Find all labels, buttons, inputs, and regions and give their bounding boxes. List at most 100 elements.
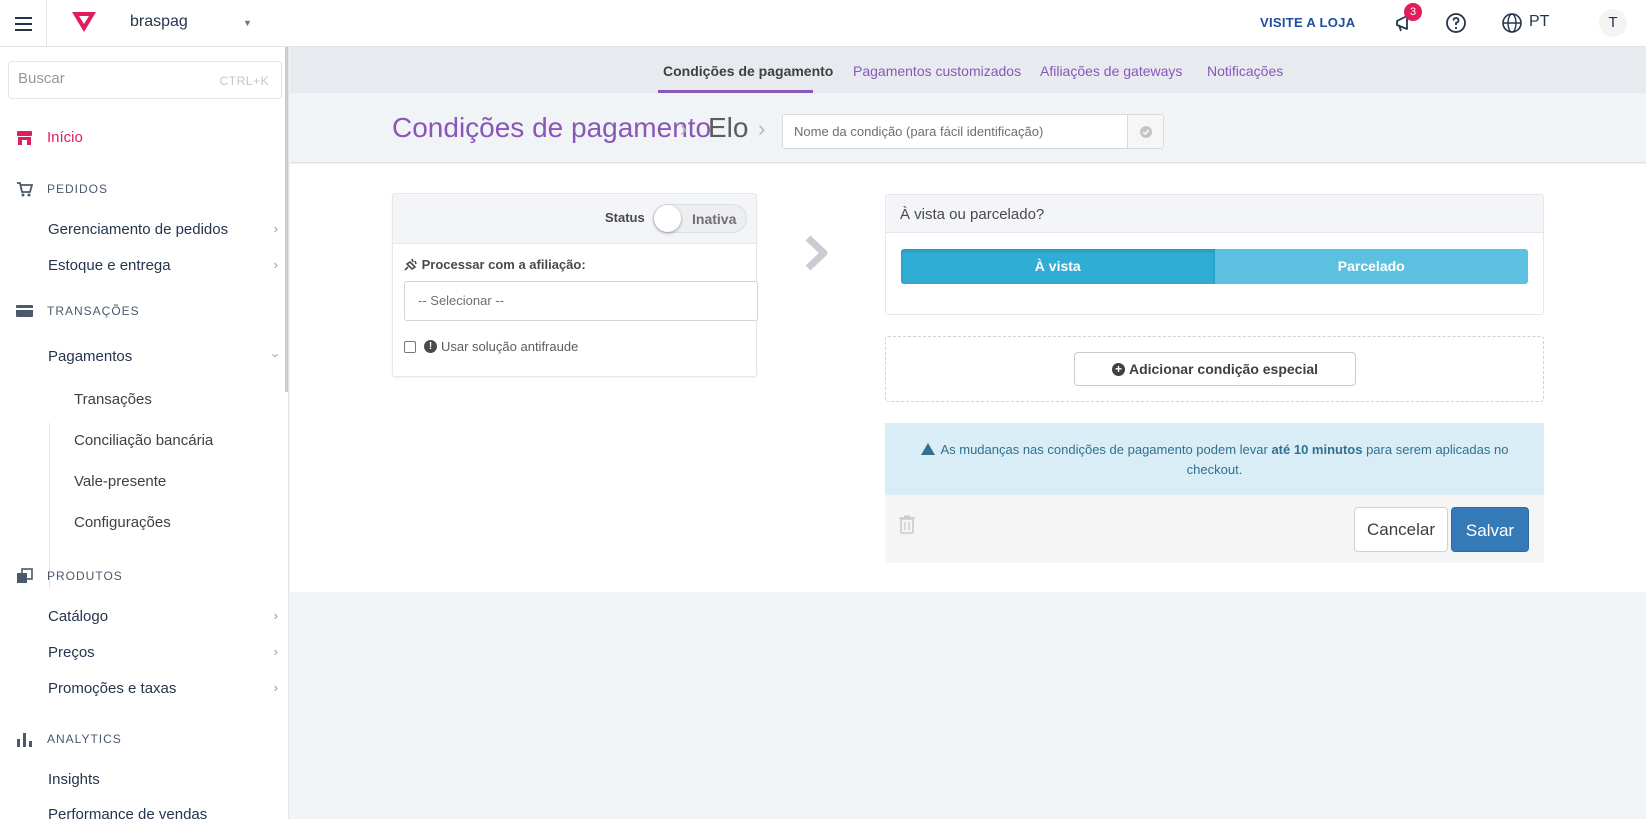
- condition-name-field[interactable]: [782, 114, 1164, 149]
- payment-mode-toggle: À vista Parcelado: [901, 249, 1528, 284]
- special-condition-area: + Adicionar condição especial: [885, 336, 1544, 402]
- sidebar-item-configuracoes[interactable]: Configurações: [74, 514, 171, 531]
- chevron-right-icon: ›: [680, 116, 688, 141]
- sidebar-item-estoque[interactable]: Estoque e entrega ›: [48, 257, 278, 274]
- chevron-right-icon: ›: [273, 680, 278, 695]
- top-bar: braspag ▼ VISITE A LOJA 3 PT T: [0, 0, 1646, 47]
- affiliation-label: Processar com a afiliação:: [404, 257, 586, 272]
- plus-circle-icon: +: [1111, 362, 1125, 376]
- sidebar-item-label: Estoque e entrega: [48, 257, 171, 274]
- payment-mode-header: À vista ou parcelado?: [886, 195, 1543, 233]
- submenu-guide: [49, 423, 50, 588]
- sidebar-item-home[interactable]: Início: [16, 129, 83, 146]
- help-icon[interactable]: [1445, 12, 1467, 34]
- alert-text-start: As mudanças nas condições de pagamento p…: [940, 442, 1272, 457]
- affiliation-card-header: Status Inativa: [393, 194, 756, 244]
- add-special-condition-label: Adicionar condição especial: [1128, 361, 1319, 377]
- affiliation-label-text: Processar com a afiliação:: [421, 257, 586, 272]
- affiliation-select[interactable]: -- Selecionar --: [404, 281, 758, 321]
- actions-bar: Cancelar Salvar: [885, 495, 1544, 563]
- breadcrumb-current: Elo: [708, 112, 749, 143]
- sidebar-item-catalogo[interactable]: Catálogo ›: [48, 608, 278, 625]
- products-icon: [17, 568, 33, 583]
- status-value: Inativa: [692, 211, 737, 227]
- info-alert: As mudanças nas condições de pagamento p…: [885, 423, 1544, 495]
- check-circle-icon: [1139, 125, 1152, 138]
- menu-icon[interactable]: [0, 0, 47, 47]
- sidebar-item-performance[interactable]: Performance de vendas: [48, 806, 278, 819]
- installments-option-button[interactable]: Parcelado: [1214, 249, 1528, 284]
- warning-icon: [920, 443, 935, 455]
- section-label: TRANSAÇÕES: [47, 304, 140, 318]
- section-label: ANALYTICS: [47, 732, 122, 746]
- account-name[interactable]: braspag: [130, 13, 188, 31]
- chevron-right-icon: ›: [273, 644, 278, 659]
- payment-mode-title: À vista ou parcelado?: [900, 206, 1045, 223]
- sidebar-item-precos[interactable]: Preços ›: [48, 644, 278, 661]
- affiliation-card: Status Inativa Processar com a afiliação…: [392, 193, 758, 377]
- section-produtos: PRODUTOS: [16, 568, 123, 584]
- sidebar-item-label: Pagamentos: [48, 348, 133, 365]
- sidebar-item-label: Gerenciamento de pedidos: [48, 221, 229, 238]
- cancel-button[interactable]: Cancelar: [1354, 507, 1448, 552]
- tab-afiliacoes[interactable]: Afiliações de gateways: [1040, 63, 1182, 79]
- sidebar-scrollbar[interactable]: [285, 47, 288, 392]
- chevron-right-icon: ›: [758, 116, 766, 141]
- save-button[interactable]: Salvar: [1451, 507, 1529, 552]
- globe-icon[interactable]: [1501, 12, 1523, 34]
- sidebar: CTRL+K Início PEDIDOS Gerenciamento de p…: [0, 47, 289, 819]
- language-selector[interactable]: PT: [1529, 13, 1549, 31]
- search-shortcut: CTRL+K: [219, 74, 269, 88]
- sidebar-item-label: Preços: [48, 644, 95, 661]
- sidebar-item-promocoes[interactable]: Promoções e taxas ›: [48, 680, 278, 697]
- chevron-right-icon: ›: [273, 608, 278, 623]
- add-special-condition-button[interactable]: + Adicionar condição especial: [1074, 352, 1356, 386]
- confirm-name-button[interactable]: [1127, 115, 1163, 148]
- sidebar-item-pagamentos[interactable]: Pagamentos ›: [48, 348, 283, 365]
- status-toggle[interactable]: Inativa: [653, 204, 747, 233]
- sidebar-item-label: Performance de vendas: [48, 806, 208, 819]
- status-label: Status: [605, 210, 645, 225]
- bar-chart-icon: [17, 733, 32, 747]
- breadcrumb-parent[interactable]: Condições de pagamento: [392, 112, 711, 144]
- section-label: PRODUTOS: [47, 569, 123, 583]
- section-label: PEDIDOS: [47, 182, 109, 196]
- antifraud-option: ! Usar solução antifraude: [404, 339, 578, 354]
- section-analytics: ANALYTICS: [16, 731, 122, 747]
- antifraud-label: Usar solução antifraude: [441, 339, 579, 354]
- sidebar-item-transacoes[interactable]: Transações: [74, 391, 152, 408]
- chevron-right-icon: [805, 235, 828, 271]
- toggle-knob: [654, 205, 681, 232]
- tab-bar: Condições de pagamento Pagamentos custom…: [290, 47, 1646, 93]
- tab-condicoes[interactable]: Condições de pagamento: [663, 63, 833, 79]
- plug-icon: [404, 258, 417, 271]
- trash-icon[interactable]: [899, 515, 915, 534]
- info-icon: !: [424, 340, 437, 353]
- alert-text-bold: até 10 minutos: [1271, 442, 1363, 457]
- chevron-right-icon: ›: [273, 257, 278, 272]
- vtex-logo[interactable]: [70, 10, 98, 34]
- search-box[interactable]: CTRL+K: [8, 61, 282, 99]
- condition-name-input[interactable]: [794, 124, 1124, 139]
- store-icon: [17, 130, 32, 145]
- sidebar-item-label: Promoções e taxas: [48, 680, 177, 697]
- tab-notificacoes[interactable]: Notificações: [1207, 63, 1283, 79]
- cash-option-button[interactable]: À vista: [901, 249, 1215, 284]
- credit-card-icon: [16, 305, 33, 317]
- cart-icon: [17, 182, 33, 197]
- sidebar-item-gerenciamento[interactable]: Gerenciamento de pedidos ›: [48, 221, 278, 238]
- antifraud-checkbox[interactable]: [404, 340, 416, 353]
- section-transacoes: TRANSAÇÕES: [16, 304, 140, 318]
- search-input[interactable]: [18, 70, 198, 87]
- caret-down-icon[interactable]: ▼: [243, 18, 252, 28]
- chevron-right-icon: ›: [273, 221, 278, 236]
- sidebar-item-vale-presente[interactable]: Vale-presente: [74, 473, 166, 490]
- sidebar-item-label: Catálogo: [48, 608, 109, 625]
- avatar[interactable]: T: [1599, 9, 1627, 37]
- tab-pagamentos-customizados[interactable]: Pagamentos customizados: [853, 63, 1021, 79]
- payment-mode-card: À vista ou parcelado? À vista Parcelado: [885, 194, 1544, 315]
- sidebar-item-conciliacao[interactable]: Conciliação bancária: [74, 432, 213, 449]
- section-pedidos: PEDIDOS: [16, 181, 108, 197]
- sidebar-item-insights[interactable]: Insights: [48, 771, 278, 788]
- visit-store-link[interactable]: VISITE A LOJA: [1260, 15, 1355, 30]
